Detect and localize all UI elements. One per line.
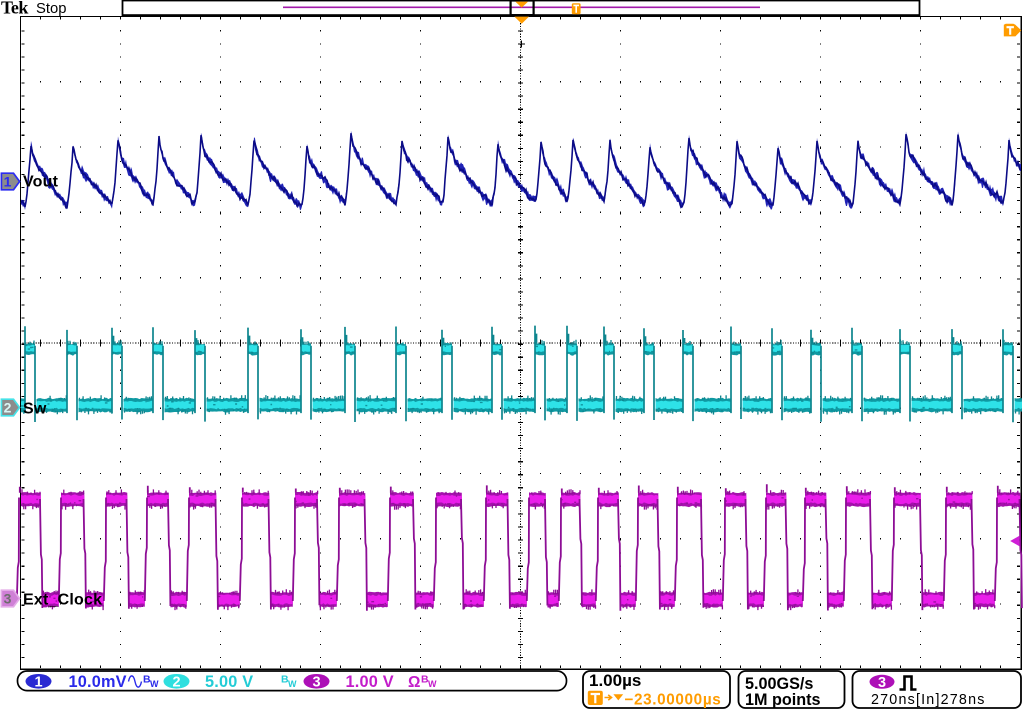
svg-text:1: 1: [34, 675, 42, 691]
svg-text:Ω: Ω: [408, 674, 420, 691]
svg-text:1M points: 1M points: [745, 691, 821, 709]
svg-text:3: 3: [312, 675, 320, 691]
svg-text:−23.00000µs: −23.00000µs: [625, 691, 722, 708]
svg-text:1.00 V: 1.00 V: [346, 673, 394, 691]
svg-text:1.00µs: 1.00µs: [589, 671, 641, 690]
svg-text:Sw: Sw: [23, 401, 47, 418]
svg-text:2: 2: [4, 400, 12, 416]
svg-text:3: 3: [4, 591, 12, 607]
svg-text:10.0mV: 10.0mV: [69, 673, 127, 691]
svg-text:1: 1: [4, 174, 12, 190]
svg-text:Tek: Tek: [1, 0, 28, 18]
svg-text:270ns[In]278ns: 270ns[In]278ns: [871, 692, 986, 708]
svg-text:Ext_Clock: Ext_Clock: [23, 592, 102, 609]
svg-text:2: 2: [172, 675, 180, 691]
svg-text:W: W: [288, 679, 297, 689]
svg-text:W: W: [428, 679, 437, 689]
svg-text:W: W: [150, 679, 159, 689]
svg-text:Stop: Stop: [36, 1, 66, 17]
svg-text:5.00 V: 5.00 V: [205, 673, 253, 691]
svg-text:Vout: Vout: [23, 174, 59, 191]
svg-text:3: 3: [878, 675, 886, 691]
